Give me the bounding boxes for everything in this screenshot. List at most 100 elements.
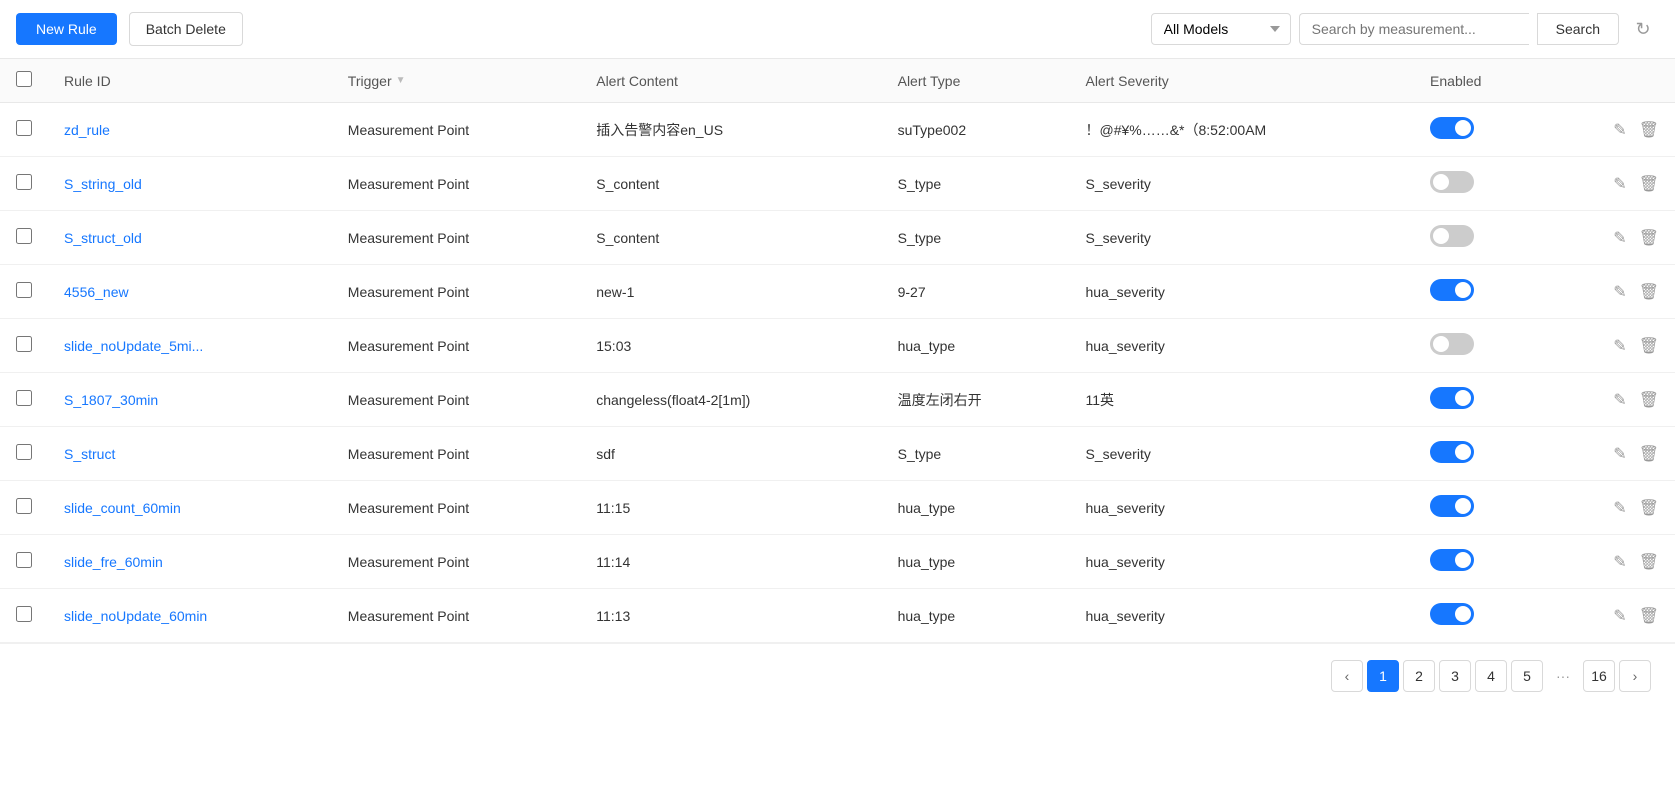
enabled-toggle-0[interactable] <box>1430 117 1474 139</box>
row-alert-type: hua_type <box>882 481 1070 535</box>
edit-icon-5[interactable]: ✎ <box>1613 390 1626 410</box>
page-1-button[interactable]: 1 <box>1367 660 1399 692</box>
row-checkbox-3[interactable] <box>16 282 32 298</box>
enabled-toggle-9[interactable] <box>1430 603 1474 625</box>
page-2-button[interactable]: 2 <box>1403 660 1435 692</box>
row-alert-content: 15:03 <box>580 319 881 373</box>
delete-icon-0[interactable]: 🗑 <box>1639 120 1659 140</box>
row-alert-severity: hua_severity <box>1069 265 1414 319</box>
row-actions: ✎ 🗑 <box>1549 481 1675 535</box>
delete-icon-6[interactable]: 🗑 <box>1639 444 1659 464</box>
delete-icon-1[interactable]: 🗑 <box>1639 174 1659 194</box>
th-checkbox <box>0 59 48 103</box>
edit-icon-4[interactable]: ✎ <box>1613 336 1626 356</box>
page-4-button[interactable]: 4 <box>1475 660 1507 692</box>
edit-icon-0[interactable]: ✎ <box>1613 120 1626 140</box>
edit-icon-8[interactable]: ✎ <box>1613 552 1626 572</box>
row-actions: ✎ 🗑 <box>1549 535 1675 589</box>
row-rule-id: zd_rule <box>48 103 332 157</box>
row-trigger: Measurement Point <box>332 319 580 373</box>
row-rule-id: slide_noUpdate_5mi... <box>48 319 332 373</box>
row-checkbox-2[interactable] <box>16 228 32 244</box>
prev-page-button[interactable]: ‹ <box>1331 660 1363 692</box>
delete-icon-7[interactable]: 🗑 <box>1639 498 1659 518</box>
enabled-toggle-3[interactable] <box>1430 279 1474 301</box>
edit-icon-1[interactable]: ✎ <box>1613 174 1626 194</box>
row-alert-content: new-1 <box>580 265 881 319</box>
edit-icon-7[interactable]: ✎ <box>1613 498 1626 518</box>
row-alert-type: S_type <box>882 157 1070 211</box>
edit-icon-3[interactable]: ✎ <box>1613 282 1626 302</box>
delete-icon-2[interactable]: 🗑 <box>1639 228 1659 248</box>
batch-delete-button[interactable]: Batch Delete <box>129 12 243 46</box>
edit-icon-9[interactable]: ✎ <box>1613 606 1626 626</box>
row-checkbox-1[interactable] <box>16 174 32 190</box>
enabled-toggle-4[interactable] <box>1430 333 1474 355</box>
delete-icon-8[interactable]: 🗑 <box>1639 552 1659 572</box>
row-checkbox-5[interactable] <box>16 390 32 406</box>
row-trigger: Measurement Point <box>332 481 580 535</box>
th-actions <box>1549 59 1675 103</box>
new-rule-button[interactable]: New Rule <box>16 13 117 45</box>
row-actions: ✎ 🗑 <box>1549 157 1675 211</box>
edit-icon-6[interactable]: ✎ <box>1613 444 1626 464</box>
toolbar: New Rule Batch Delete All Models Search … <box>0 0 1675 59</box>
table-row: S_struct Measurement Point sdf S_type S_… <box>0 427 1675 481</box>
delete-icon-9[interactable]: 🗑 <box>1639 606 1659 626</box>
row-alert-severity: S_severity <box>1069 211 1414 265</box>
row-enabled <box>1414 103 1549 157</box>
row-checkbox-cell <box>0 373 48 427</box>
enabled-toggle-6[interactable] <box>1430 441 1474 463</box>
row-checkbox-0[interactable] <box>16 120 32 136</box>
edit-icon-2[interactable]: ✎ <box>1613 228 1626 248</box>
row-checkbox-9[interactable] <box>16 606 32 622</box>
search-input[interactable] <box>1299 13 1529 45</box>
row-checkbox-7[interactable] <box>16 498 32 514</box>
row-checkbox-cell <box>0 211 48 265</box>
next-page-button[interactable]: › <box>1619 660 1651 692</box>
refresh-icon[interactable]: ↻ <box>1627 13 1659 45</box>
page-5-button[interactable]: 5 <box>1511 660 1543 692</box>
row-alert-type: hua_type <box>882 589 1070 643</box>
select-all-checkbox[interactable] <box>16 71 32 87</box>
row-actions: ✎ 🗑 <box>1549 589 1675 643</box>
row-alert-content: 11:15 <box>580 481 881 535</box>
row-alert-severity: S_severity <box>1069 157 1414 211</box>
table-row: slide_noUpdate_60min Measurement Point 1… <box>0 589 1675 643</box>
row-alert-severity: S_severity <box>1069 427 1414 481</box>
enabled-toggle-7[interactable] <box>1430 495 1474 517</box>
row-alert-content: changeless(float4-2[1m]) <box>580 373 881 427</box>
row-alert-type: S_type <box>882 427 1070 481</box>
row-enabled <box>1414 427 1549 481</box>
delete-icon-3[interactable]: 🗑 <box>1639 282 1659 302</box>
row-enabled <box>1414 373 1549 427</box>
table-row: zd_rule Measurement Point 插入告警内容en_US su… <box>0 103 1675 157</box>
row-alert-type: suType002 <box>882 103 1070 157</box>
row-trigger: Measurement Point <box>332 373 580 427</box>
row-enabled <box>1414 589 1549 643</box>
page-last-button[interactable]: 16 <box>1583 660 1615 692</box>
enabled-toggle-2[interactable] <box>1430 225 1474 247</box>
row-alert-content: 11:13 <box>580 589 881 643</box>
table-header-row: Rule ID Trigger ▼ Alert Content Alert Ty… <box>0 59 1675 103</box>
delete-icon-4[interactable]: 🗑 <box>1639 336 1659 356</box>
row-rule-id: S_string_old <box>48 157 332 211</box>
row-rule-id: S_struct_old <box>48 211 332 265</box>
row-checkbox-6[interactable] <box>16 444 32 460</box>
enabled-toggle-5[interactable] <box>1430 387 1474 409</box>
row-alert-content: 11:14 <box>580 535 881 589</box>
row-checkbox-4[interactable] <box>16 336 32 352</box>
model-select[interactable]: All Models <box>1151 13 1291 45</box>
search-button[interactable]: Search <box>1537 13 1619 45</box>
trigger-sort-icon[interactable]: ▼ <box>396 75 406 86</box>
delete-icon-5[interactable]: 🗑 <box>1639 390 1659 410</box>
enabled-toggle-1[interactable] <box>1430 171 1474 193</box>
row-actions: ✎ 🗑 <box>1549 211 1675 265</box>
row-alert-type: hua_type <box>882 535 1070 589</box>
page-3-button[interactable]: 3 <box>1439 660 1471 692</box>
row-checkbox-cell <box>0 157 48 211</box>
row-trigger: Measurement Point <box>332 265 580 319</box>
row-enabled <box>1414 319 1549 373</box>
row-checkbox-8[interactable] <box>16 552 32 568</box>
enabled-toggle-8[interactable] <box>1430 549 1474 571</box>
